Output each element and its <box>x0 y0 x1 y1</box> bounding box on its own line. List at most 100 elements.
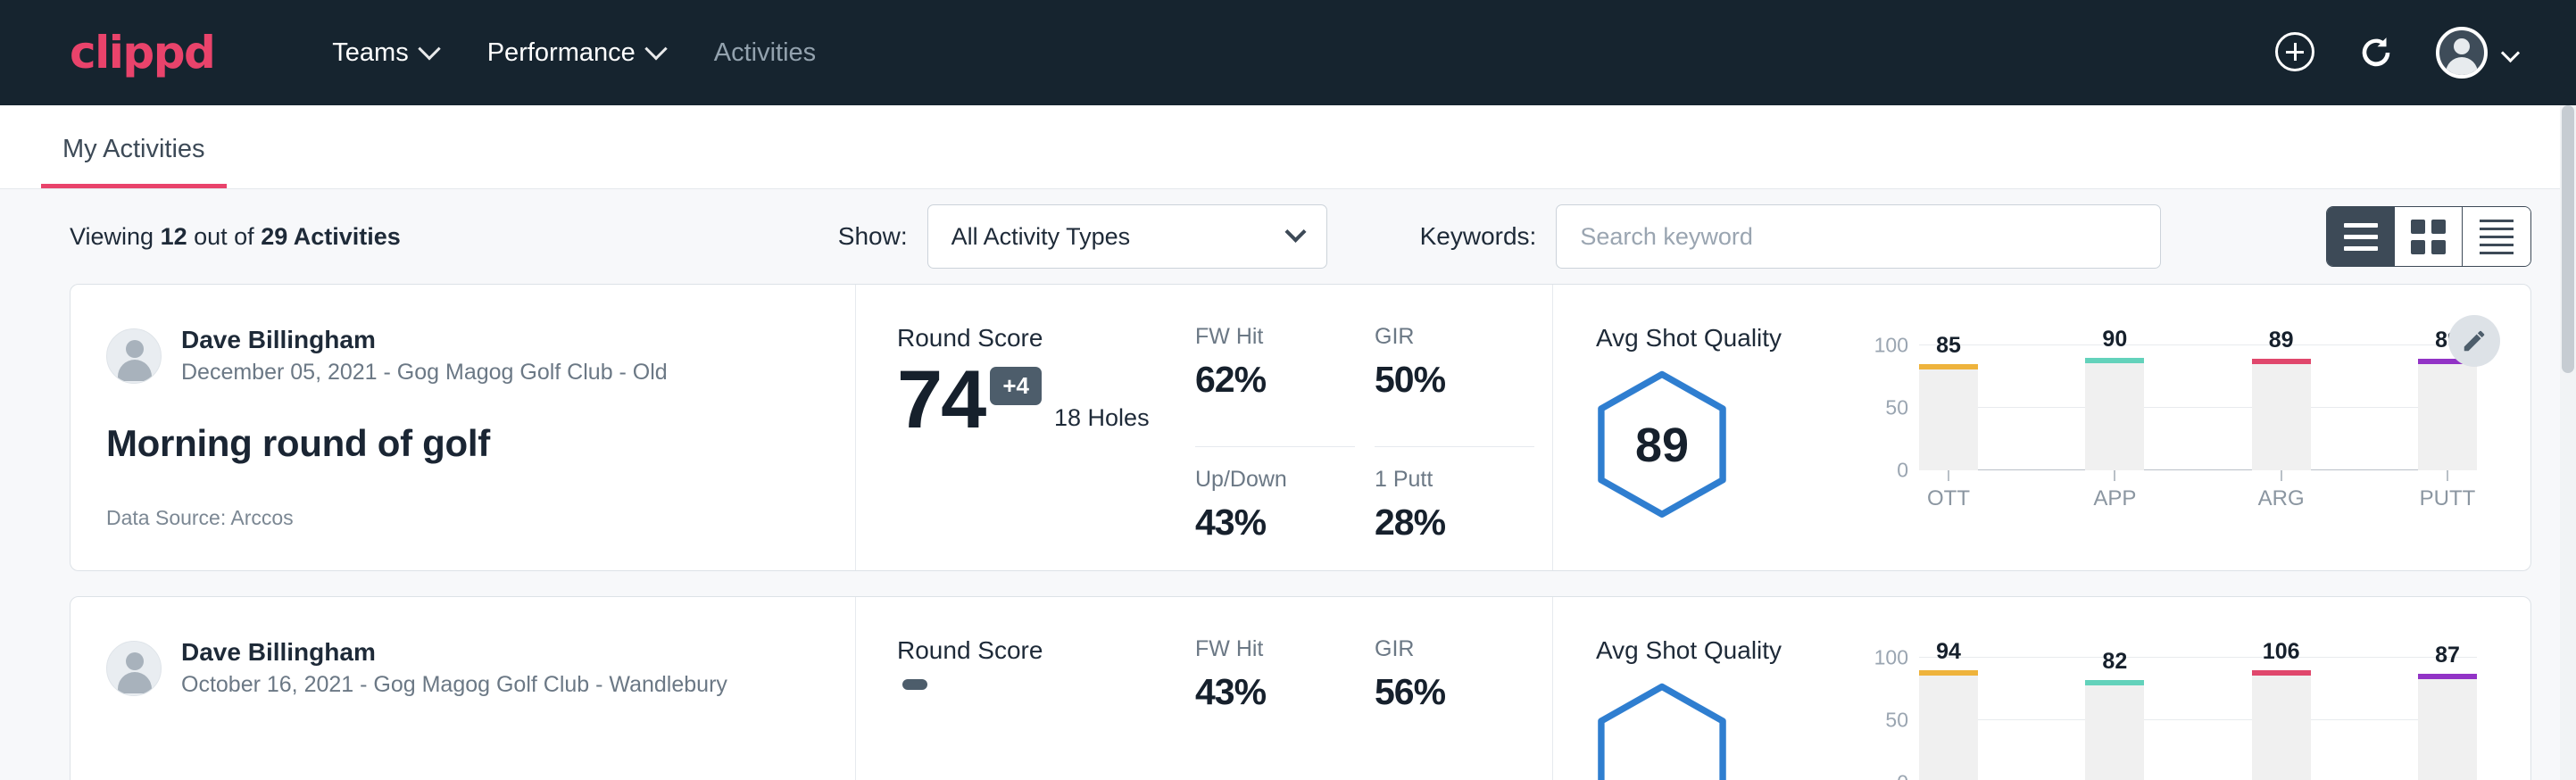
avg-shot-quality-block: Avg Shot Quality 050100948210687OTTAPPAR… <box>1552 597 2530 780</box>
activity-card[interactable]: Dave Billingham October 16, 2021 - Gog M… <box>70 596 2531 780</box>
viewing-count-text: Viewing 12 out of 29 Activities <box>70 223 401 251</box>
stat-up-down: Up/Down 43% <box>1195 447 1355 571</box>
stat-value: 28% <box>1375 502 1534 544</box>
plus-circle-icon <box>2275 32 2314 71</box>
activity-summary: Dave Billingham October 16, 2021 - Gog M… <box>71 597 856 780</box>
chart-tick-mark <box>2114 470 2115 481</box>
activity-summary: Dave Billingham December 05, 2021 - Gog … <box>71 285 856 570</box>
nav-label-performance: Performance <box>487 38 636 68</box>
chart-x-axis: OTTAPPARGPUTT <box>1919 470 2477 511</box>
chart-bars: 85908989 <box>1919 345 2477 470</box>
activity-list: Dave Billingham December 05, 2021 - Gog … <box>0 284 2576 780</box>
tab-label: My Activities <box>62 135 205 163</box>
chart-bar-column: 85 <box>1919 345 1978 470</box>
chart-y-tick-label: 50 <box>1885 709 1908 733</box>
activity-card[interactable]: Dave Billingham December 05, 2021 - Gog … <box>70 284 2531 571</box>
filter-bar: Viewing 12 out of 29 Activities Show: Al… <box>0 189 2576 284</box>
page-scrollbar[interactable] <box>2560 105 2576 780</box>
stat-fw-hit: FW Hit 62% <box>1195 324 1355 447</box>
chart-tick-mark <box>2447 470 2448 481</box>
chart-x-tick-label: ARG <box>2252 486 2311 511</box>
keywords-label: Keywords: <box>1420 222 1537 251</box>
chart-tick-mark <box>1948 470 1949 481</box>
main-nav: Teams Performance Activities <box>307 29 841 77</box>
chart-bar-column: 106 <box>2252 658 2311 780</box>
chart-bar <box>1919 670 1978 780</box>
shot-quality-chart: 050100948210687OTTAPPARGPUTT <box>1864 636 2530 780</box>
chart-bar <box>1919 364 1978 470</box>
chevron-down-icon <box>418 37 440 60</box>
avatar <box>106 641 162 696</box>
stat-one-putt: 1 Putt 28% <box>1375 447 1534 571</box>
stat-label: 1 Putt <box>1375 467 1534 493</box>
viewing-total: 29 Activities <box>261 223 401 250</box>
chart-bar <box>2252 670 2311 780</box>
stat-value: 43% <box>1195 502 1355 544</box>
viewing-prefix: Viewing <box>70 223 161 250</box>
viewing-count: 12 <box>161 223 187 250</box>
chart-y-tick-label: 100 <box>1874 646 1908 670</box>
stat-label: GIR <box>1375 636 1534 662</box>
score-differential-badge <box>902 679 927 690</box>
edit-activity-button[interactable] <box>2448 315 2500 367</box>
list-view-button[interactable] <box>2327 207 2395 266</box>
add-button[interactable] <box>2275 32 2316 73</box>
shot-quality-chart: 05010085908989OTTAPPARGPUTT <box>1864 324 2530 570</box>
round-score-block: Round Score 74 +4 18 Holes <box>856 285 1195 570</box>
activity-type-value: All Activity Types <box>951 223 1131 251</box>
chart-bar-value-label: 89 <box>2252 328 2311 353</box>
chart-bar-value-label: 82 <box>2085 649 2144 675</box>
nav-item-performance[interactable]: Performance <box>462 29 689 77</box>
nav-item-teams[interactable]: Teams <box>307 29 461 77</box>
activity-type-select[interactable]: All Activity Types <box>927 204 1327 269</box>
stat-label: Up/Down <box>1195 467 1355 493</box>
pencil-icon <box>2461 328 2488 354</box>
avatar <box>106 328 162 384</box>
chart-bar <box>2085 358 2144 470</box>
chart-bar-value-label: 106 <box>2252 639 2311 665</box>
show-label: Show: <box>838 222 908 251</box>
stat-fw-hit: FW Hit 43% <box>1195 636 1355 780</box>
stat-label: FW Hit <box>1195 324 1355 350</box>
tab-my-activities[interactable]: My Activities <box>41 135 227 188</box>
scrollbar-thumb[interactable] <box>2562 105 2574 373</box>
chart-bar-column: 90 <box>2085 345 2144 470</box>
chart-y-tick-label: 100 <box>1874 334 1908 358</box>
clippd-logo[interactable]: clippd <box>70 27 214 79</box>
top-bar-actions <box>2275 27 2533 79</box>
avg-shot-quality-hexagon: 89 <box>1596 370 1728 520</box>
data-source-label: Data Source: Arccos <box>106 506 819 530</box>
chart-bar-value-label: 90 <box>2085 327 2144 353</box>
round-score-block: Round Score <box>856 597 1195 780</box>
grid-view-button[interactable] <box>2395 207 2463 266</box>
chart-bar <box>2085 680 2144 780</box>
avg-shot-quality-label: Avg Shot Quality <box>1596 636 1864 665</box>
nav-item-activities[interactable]: Activities <box>689 29 841 77</box>
account-menu[interactable] <box>2436 27 2517 79</box>
stat-value: 56% <box>1375 671 1534 713</box>
chart-x-tick: PUTT <box>2418 470 2477 511</box>
activity-meta: December 05, 2021 - Gog Magog Golf Club … <box>181 357 668 388</box>
chevron-down-icon <box>1284 220 1306 242</box>
search-input[interactable] <box>1556 204 2161 269</box>
hexagon-icon <box>1596 683 1728 780</box>
activity-author: Dave Billingham December 05, 2021 - Gog … <box>106 324 819 388</box>
compact-view-button[interactable] <box>2463 207 2530 266</box>
compact-view-icon <box>2480 220 2514 254</box>
activity-meta: October 16, 2021 - Gog Magog Golf Club -… <box>181 669 727 701</box>
stat-value: 50% <box>1375 359 1534 401</box>
account-avatar-icon <box>2436 27 2488 79</box>
chart-bar <box>2418 359 2477 470</box>
stat-label: GIR <box>1375 324 1534 350</box>
tab-strip: My Activities <box>0 105 2576 189</box>
author-name: Dave Billingham <box>181 324 668 355</box>
stat-gir: GIR 50% <box>1375 324 1534 447</box>
view-mode-toggle <box>2326 206 2531 267</box>
chart-x-tick-label: PUTT <box>2418 486 2477 511</box>
viewing-middle: out of <box>187 223 262 250</box>
refresh-button[interactable] <box>2356 32 2397 73</box>
avg-shot-quality-hexagon <box>1596 683 1728 780</box>
grid-view-icon <box>2411 220 2446 254</box>
stat-label: FW Hit <box>1195 636 1355 662</box>
chart-bar-value-label: 85 <box>1919 333 1978 359</box>
